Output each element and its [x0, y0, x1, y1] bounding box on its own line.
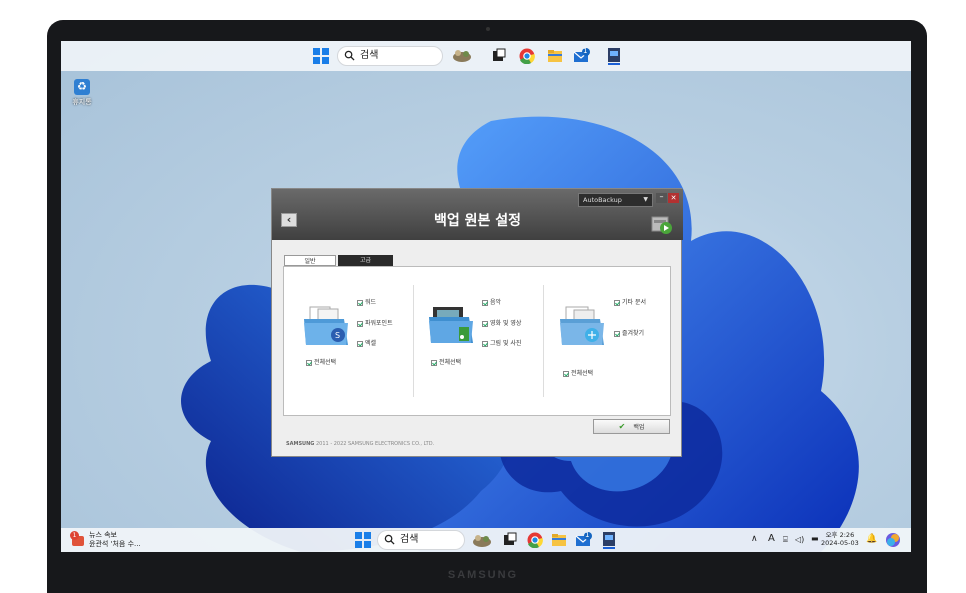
checkbox-box	[482, 320, 488, 327]
close-button[interactable]: ✕	[668, 193, 679, 203]
window-header: ‹ 백업 원본 설정 AutoBackup ▼ – ✕	[272, 189, 683, 240]
checkbox-excel[interactable]: 엑셀	[357, 338, 376, 347]
auto-backup-logo-icon	[650, 215, 674, 235]
checkbox-label: 파워포인트	[365, 320, 393, 327]
checkbox-other-documents[interactable]: 기타 문서	[614, 297, 646, 306]
laptop-brand-logo: SAMSUNG	[447, 569, 519, 581]
file-explorer-icon[interactable]	[547, 48, 563, 64]
widget-illustration-icon[interactable]	[451, 47, 473, 63]
checkbox-box	[306, 359, 312, 366]
backup-button-label: 백업	[633, 424, 645, 431]
copyright-text: SAMSUNG 2011 - 2022 SAMSUNG ELECTRONICS …	[286, 441, 434, 447]
show-hidden-icons-chevron-icon[interactable]: ∧	[751, 534, 758, 544]
backup-button[interactable]: ✔ 백업	[593, 419, 670, 434]
bottom-taskbar: 1 뉴스 속보 윤관석 '처음 수... 검색 1 ∧ A ⌸ ◁) ▬ 오후 …	[61, 528, 911, 552]
checkbox-label: 음악	[490, 299, 502, 306]
media-folder-icon	[429, 303, 475, 345]
copyright-line: 2011 - 2022 SAMSUNG ELECTRONICS CO., LTD…	[316, 441, 435, 447]
mail-badge: 1	[585, 531, 590, 539]
checkbox-box	[431, 359, 437, 366]
column-divider	[413, 285, 414, 397]
samsung-backup-taskbar-icon[interactable]	[601, 531, 617, 549]
volume-icon[interactable]: ◁)	[795, 535, 804, 544]
checkbox-favorites[interactable]: 즐겨찾기	[614, 328, 644, 337]
checkbox-label: 그림 및 사진	[490, 340, 522, 347]
desktop-screen: 검색 1 ♻ 휴지통 ‹ 백업 원본 설정 AutoBackup ▼ – ✕ 일…	[61, 41, 911, 552]
search-icon	[384, 534, 395, 545]
checkbox-box	[357, 299, 363, 306]
checkbox-box	[614, 330, 620, 337]
file-explorer-icon[interactable]	[551, 532, 567, 548]
checkbox-label: 영화 및 영상	[490, 320, 522, 327]
recycle-bin-shortcut[interactable]: ♻ 휴지통	[69, 79, 95, 107]
checkbox-pictures-photos[interactable]: 그림 및 사진	[482, 338, 521, 347]
windows-start-icon[interactable]	[355, 532, 371, 548]
checkbox-label: 전체선택	[314, 359, 337, 366]
chrome-icon[interactable]	[527, 532, 543, 549]
checkbox-select-all-office[interactable]: 전체선택	[306, 357, 336, 366]
copilot-icon[interactable]	[885, 532, 901, 548]
checkbox-box	[482, 340, 488, 347]
other-documents-folder-icon	[560, 305, 606, 347]
mail-badge: 1	[583, 47, 588, 55]
copyright-brand: SAMSUNG	[286, 441, 315, 447]
mail-icon[interactable]: 1	[575, 531, 593, 547]
mode-dropdown-value: AutoBackup	[583, 196, 622, 204]
samsung-backup-taskbar-icon[interactable]	[606, 47, 622, 65]
search-placeholder: 검색	[400, 534, 419, 545]
search-placeholder: 검색	[360, 50, 379, 61]
chevron-down-icon: ▼	[643, 196, 648, 203]
task-view-icon[interactable]	[491, 48, 507, 64]
clock-time: 오후 2:26	[825, 531, 855, 539]
checkmark-icon: ✔	[618, 422, 626, 431]
checkbox-select-all-media[interactable]: 전체선택	[431, 357, 461, 366]
clock-date: 2024-05-03	[821, 539, 859, 547]
checkbox-label: 기타 문서	[622, 299, 646, 306]
checkbox-box	[563, 370, 569, 377]
news-widget[interactable]: 1 뉴스 속보 윤관석 '처음 수...	[70, 531, 141, 549]
search-icon	[344, 50, 355, 61]
mode-dropdown[interactable]: AutoBackup ▼	[578, 193, 653, 207]
checkbox-music[interactable]: 음악	[482, 297, 501, 306]
checkbox-box	[614, 299, 620, 306]
taskbar-search-input[interactable]: 검색	[337, 46, 443, 66]
taskbar-search-input[interactable]: 검색	[377, 530, 465, 550]
source-selection-panel: S 워드 파워포인트 엑셀 전체선택 음악 영화 및 영상 그림 및 사진 전체…	[283, 266, 671, 416]
news-badge: 1	[70, 531, 79, 540]
checkbox-label: 전체선택	[571, 370, 594, 377]
checkbox-label: 전체선택	[439, 359, 462, 366]
tab-general[interactable]: 일반	[284, 255, 336, 266]
widget-illustration-icon[interactable]	[471, 532, 493, 548]
recycle-bin-label: 휴지통	[72, 98, 92, 106]
recycle-bin-icon: ♻	[74, 79, 90, 95]
checkbox-label: 즐겨찾기	[622, 330, 645, 337]
input-method-indicator[interactable]: A	[768, 533, 775, 544]
mail-icon[interactable]: 1	[573, 47, 591, 63]
checkbox-box	[357, 340, 363, 347]
checkbox-box	[482, 299, 488, 306]
checkbox-label: 엑셀	[365, 340, 377, 347]
checkbox-movies-videos[interactable]: 영화 및 영상	[482, 318, 521, 327]
battery-icon[interactable]: ▬	[811, 534, 819, 543]
notification-bell-icon[interactable]: 🔔	[866, 534, 877, 544]
top-taskbar: 검색 1	[61, 41, 911, 71]
checkbox-powerpoint[interactable]: 파워포인트	[357, 318, 393, 327]
column-divider	[543, 285, 544, 397]
tab-advanced[interactable]: 고급	[338, 255, 393, 266]
task-view-icon[interactable]	[502, 532, 518, 548]
window-title: 백업 원본 설정	[433, 213, 522, 229]
checkbox-label: 워드	[365, 299, 377, 306]
windows-start-icon[interactable]	[313, 48, 329, 64]
office-documents-folder-icon: S	[304, 305, 350, 347]
minimize-button[interactable]: –	[656, 193, 667, 203]
webcam	[486, 27, 490, 31]
system-clock[interactable]: 오후 2:26 2024-05-03	[821, 531, 859, 547]
chrome-icon[interactable]	[519, 48, 535, 65]
svg-text:S: S	[335, 331, 340, 340]
checkbox-box	[357, 320, 363, 327]
network-icon[interactable]: ⌸	[783, 535, 788, 545]
checkbox-word[interactable]: 워드	[357, 297, 376, 306]
checkbox-select-all-other[interactable]: 전체선택	[563, 368, 593, 377]
backup-source-settings-window: ‹ 백업 원본 설정 AutoBackup ▼ – ✕ 일반 고급 S 워드 파…	[271, 188, 683, 457]
